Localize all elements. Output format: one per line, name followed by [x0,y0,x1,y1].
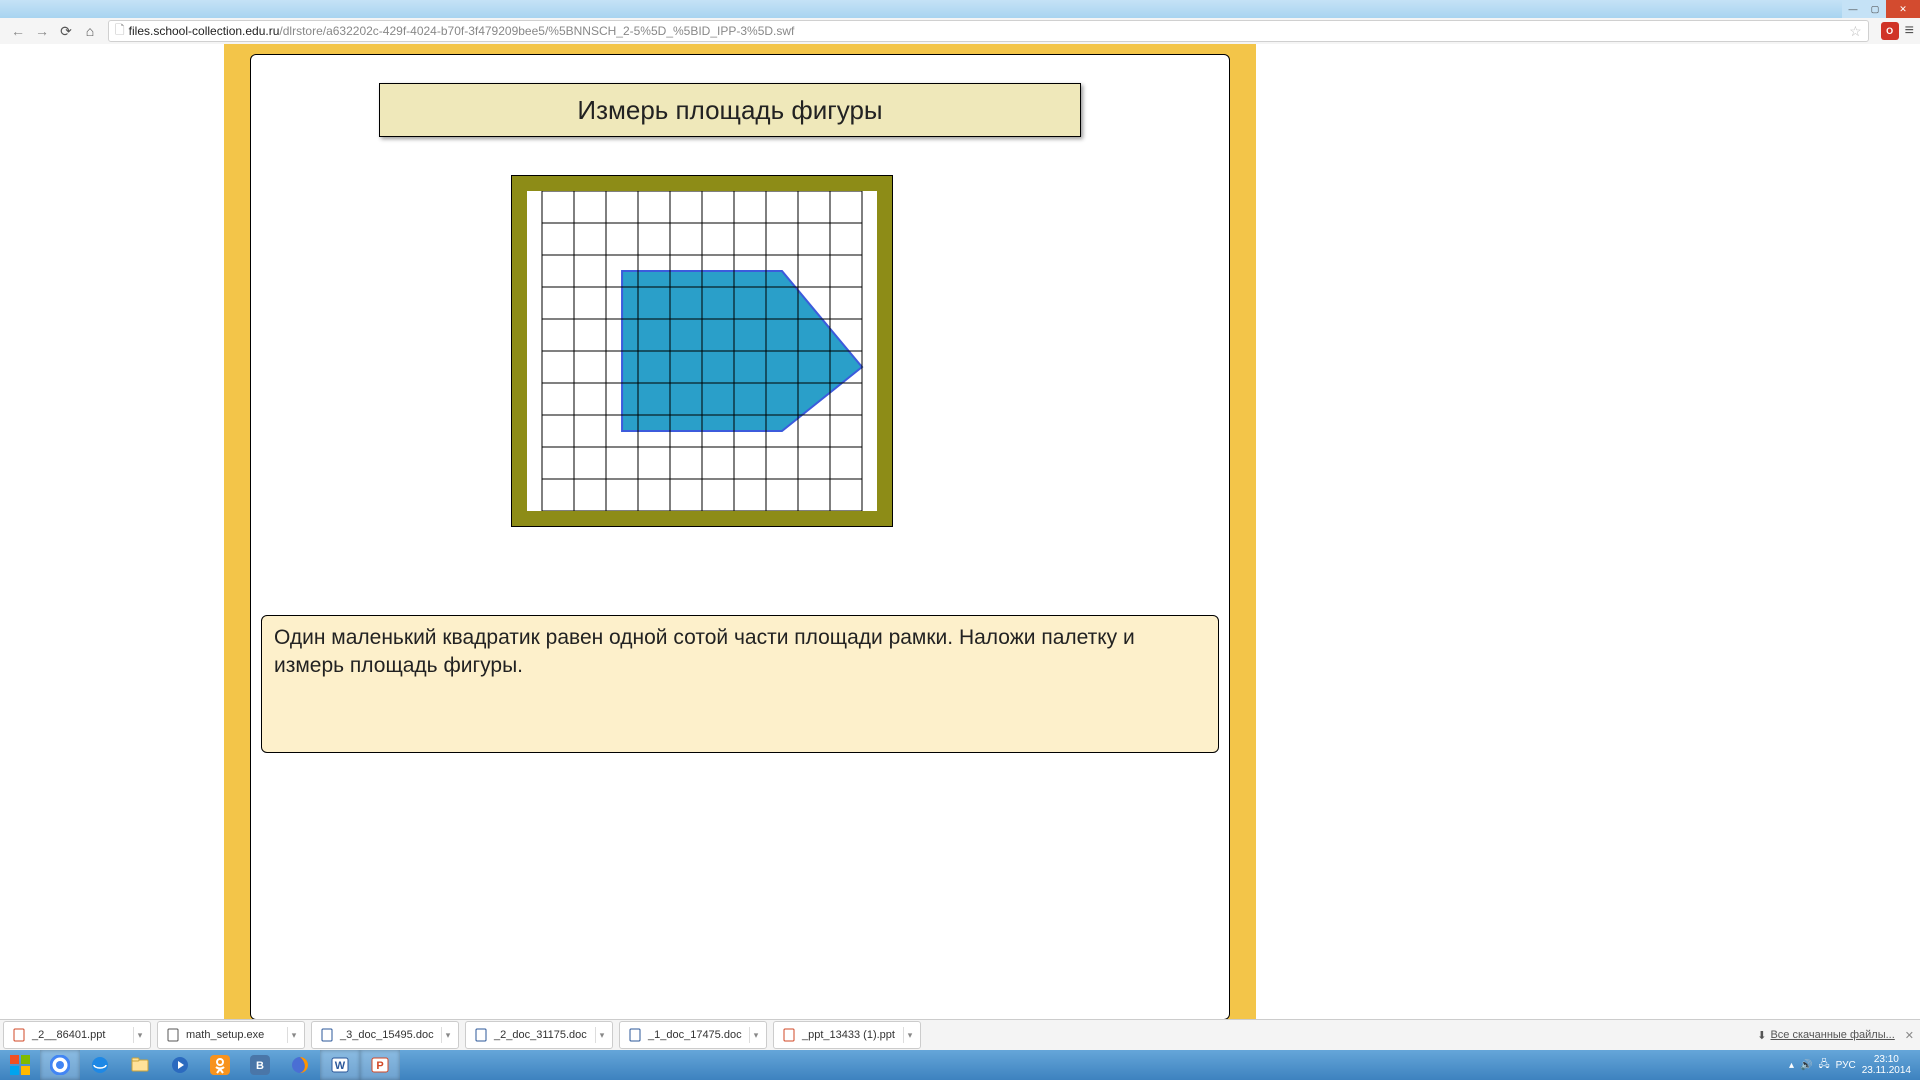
download-item[interactable]: _2_doc_31175.doc ▾ [465,1021,613,1049]
address-path: /dlrstore/a632202c-429f-4024-b70f-3f4792… [279,24,794,38]
system-tray: ▴ 🔊 🖧 РУС 23:10 23.11.2014 [1786,1050,1920,1080]
download-filename: _1_doc_17475.doc [648,1029,742,1041]
download-item[interactable]: _1_doc_17475.doc ▾ [619,1021,767,1049]
download-item[interactable]: _3_doc_15495.doc ▾ [311,1021,459,1049]
taskbar-firefox-icon[interactable] [280,1050,320,1080]
file-icon [166,1028,180,1042]
window-minimize-button[interactable]: — [1842,0,1864,18]
window-close-button[interactable]: ✕ [1886,0,1920,18]
description-box: Один маленький квадратик равен одной сот… [261,615,1219,753]
downloads-right: ⬇ Все скачанные файлы... ✕ [1757,1029,1920,1042]
all-downloads-link[interactable]: Все скачанные файлы... [1770,1029,1894,1041]
grid-svg [527,191,877,511]
tray-clock[interactable]: 23:10 23.11.2014 [1862,1054,1911,1076]
tray-show-hidden-icon[interactable]: ▴ [1789,1060,1794,1071]
file-icon [474,1028,488,1042]
taskbar: B W P ▴ 🔊 🖧 РУС 23:10 23.11.2014 [0,1050,1920,1080]
download-filename: _2__86401.ppt [32,1029,105,1041]
svg-text:W: W [335,1060,346,1072]
forward-button[interactable]: → [32,21,52,41]
extension-icon[interactable]: O [1881,22,1899,40]
download-filename: _2_doc_31175.doc [494,1029,587,1041]
download-item[interactable]: _ppt_13433 (1).ppt ▾ [773,1021,921,1049]
download-menu-chevron-icon[interactable]: ▾ [287,1027,300,1043]
page-content: Измерь площадь фигуры Один маленький ква… [0,44,1920,1020]
download-menu-chevron-icon[interactable]: ▾ [749,1027,762,1043]
taskbar-wmp-icon[interactable] [160,1050,200,1080]
download-menu-chevron-icon[interactable]: ▾ [133,1027,146,1043]
file-icon [320,1028,334,1042]
taskbar-apps: B W P [0,1050,400,1080]
file-icon [628,1028,642,1042]
tray-volume-icon[interactable]: 🔊 [1800,1060,1812,1071]
download-item[interactable]: math_setup.exe ▾ [157,1021,305,1049]
svg-text:P: P [376,1060,383,1072]
address-bar[interactable]: 🗋 files.school-collection.edu.ru /dlrsto… [108,20,1869,42]
taskbar-vk-icon[interactable]: B [240,1050,280,1080]
file-icon [782,1028,796,1042]
home-button[interactable]: ⌂ [80,21,100,41]
tray-date: 23.11.2014 [1862,1065,1911,1076]
download-menu-chevron-icon[interactable]: ▾ [903,1027,916,1043]
download-filename: _3_doc_15495.doc [340,1029,434,1041]
taskbar-powerpoint-icon[interactable]: P [360,1050,400,1080]
download-filename: math_setup.exe [186,1029,264,1041]
close-shelf-button[interactable]: ✕ [1905,1029,1914,1042]
taskbar-ie-icon[interactable] [80,1050,120,1080]
address-host: files.school-collection.edu.ru [129,24,280,38]
browser-menu-button[interactable]: ≡ [1905,22,1914,40]
slide-card: Измерь площадь фигуры Один маленький ква… [250,54,1230,1020]
back-button[interactable]: ← [8,21,28,41]
download-menu-chevron-icon[interactable]: ▾ [441,1027,454,1043]
grid-canvas[interactable] [527,191,877,511]
window-titlebar: — ▢ ✕ [0,0,1920,18]
svg-text:B: B [256,1060,264,1072]
taskbar-explorer-icon[interactable] [120,1050,160,1080]
taskbar-chrome-icon[interactable] [40,1050,80,1080]
file-icon [12,1028,26,1042]
download-filename: _ppt_13433 (1).ppt [802,1029,895,1041]
page-title: Измерь площадь фигуры [379,83,1081,137]
start-button[interactable] [0,1050,40,1080]
tray-network-icon[interactable]: 🖧 [1819,1057,1830,1074]
grid-frame [511,175,893,527]
download-menu-chevron-icon[interactable]: ▾ [595,1027,608,1043]
slide-background: Измерь площадь фигуры Один маленький ква… [224,44,1256,1020]
reload-button[interactable]: ⟳ [56,21,76,41]
tray-language[interactable]: РУС [1836,1060,1856,1071]
taskbar-word-icon[interactable]: W [320,1050,360,1080]
taskbar-ok-icon[interactable] [200,1050,240,1080]
download-item[interactable]: _2__86401.ppt ▾ [3,1021,151,1049]
bookmark-star-icon[interactable]: ☆ [1849,23,1862,40]
tray-time: 23:10 [1862,1054,1911,1065]
browser-toolbar: ← → ⟳ ⌂ 🗋 files.school-collection.edu.ru… [0,18,1920,45]
window-maximize-button[interactable]: ▢ [1864,0,1886,18]
downloads-shelf: _2__86401.ppt▾math_setup.exe▾_3_doc_1549… [0,1019,1920,1050]
